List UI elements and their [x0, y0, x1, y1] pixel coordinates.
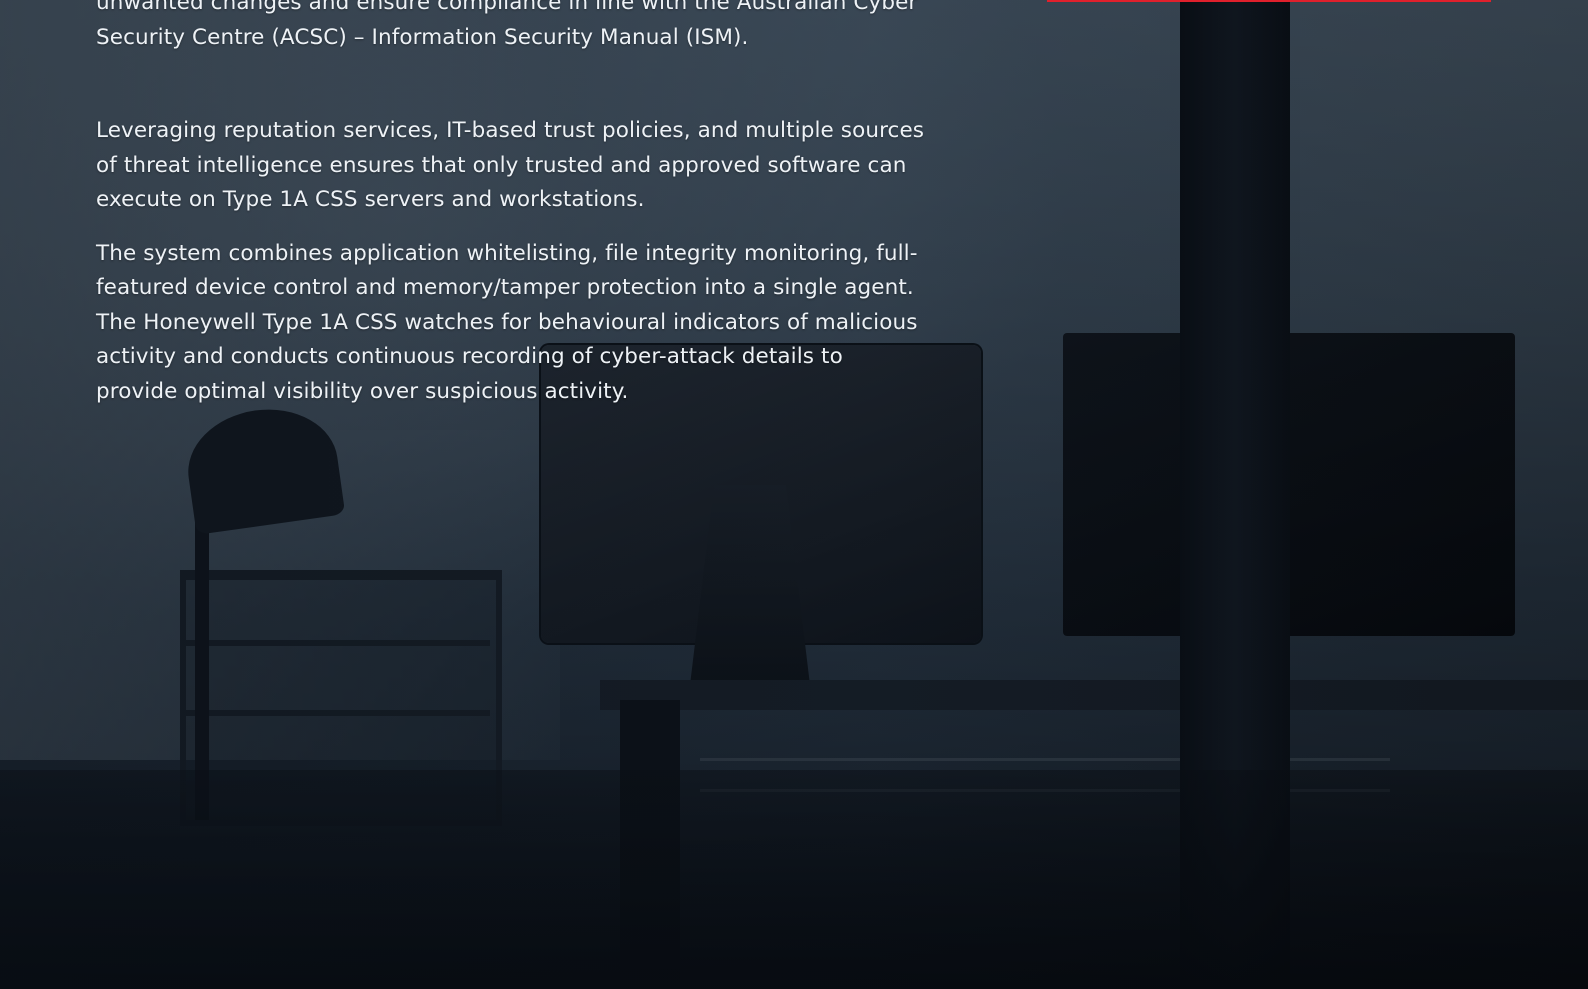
paragraph-system-overview: The system combines application whitelis… — [96, 240, 918, 404]
accent-rule — [1047, 0, 1491, 2]
document-page: unwanted changes and ensure compliance i… — [0, 0, 1588, 989]
paragraph-reputation-services: Leveraging reputation services, IT-based… — [96, 118, 925, 212]
paragraph-compliance: unwanted changes and ensure compliance i… — [96, 0, 918, 50]
body-text: unwanted changes and ensure compliance i… — [96, 0, 926, 409]
